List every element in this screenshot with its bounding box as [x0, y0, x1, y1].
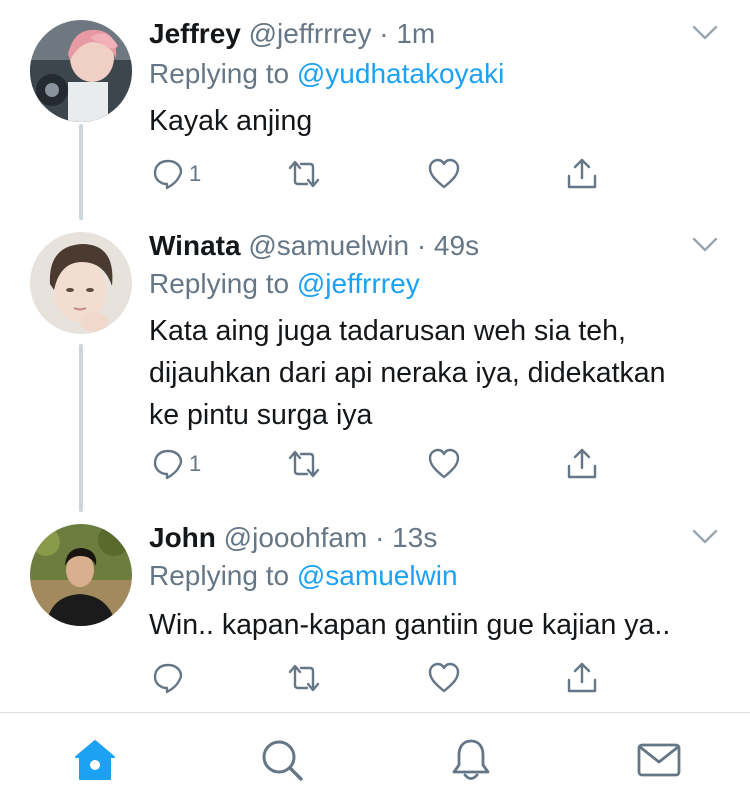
tab-home[interactable]: [70, 735, 120, 785]
tweet-text: Kayak anjing: [149, 100, 719, 142]
tweet-text-line: Kata aing juga tadarusan weh sia teh,: [149, 315, 626, 347]
replying-to-line: Replying to @samuelwin: [149, 556, 458, 596]
mention-link[interactable]: @jeffrrrey: [297, 268, 420, 299]
timestamp[interactable]: 13s: [392, 522, 437, 553]
reply-button[interactable]: 1: [151, 154, 201, 194]
retweet-icon: [288, 664, 320, 692]
tab-messages[interactable]: [634, 735, 684, 785]
tweet-text: Win.. kapan-kapan gantiin gue kajian ya.…: [149, 604, 719, 646]
share-button[interactable]: [565, 154, 599, 194]
share-icon: [567, 448, 597, 479]
reply-icon: [153, 663, 183, 694]
search-icon: [262, 740, 303, 781]
display-name[interactable]: Jeffrey: [149, 18, 241, 49]
display-name[interactable]: John: [149, 522, 216, 553]
replying-to-label: Replying to: [149, 58, 290, 89]
user-avatar-portrait-icon: [30, 232, 132, 334]
tweet-item[interactable]: Winata @samuelwin · 49s Replying to @jef…: [0, 226, 750, 506]
heart-icon: [428, 158, 460, 189]
like-button[interactable]: [427, 444, 461, 484]
user-avatar-pink-hair-icon: [30, 20, 132, 122]
like-button[interactable]: [427, 658, 461, 698]
tweet-text: Kata aing juga tadarusan weh sia teh, di…: [149, 310, 719, 436]
tweet-actions: 1: [149, 444, 619, 484]
reply-icon: [153, 159, 183, 190]
mention-link[interactable]: @samuelwin: [297, 560, 458, 591]
tweet-actions: 1: [149, 154, 619, 194]
reply-button[interactable]: 1: [151, 444, 201, 484]
mention-link[interactable]: @yudhatakoyaki: [297, 58, 504, 89]
chevron-down-icon[interactable]: [690, 232, 720, 256]
user-avatar-outdoor-icon: [30, 524, 132, 626]
tab-notifications[interactable]: [446, 735, 496, 785]
share-button[interactable]: [565, 658, 599, 698]
tweet-text-line: Kayak anjing: [149, 105, 313, 137]
retweet-icon: [288, 450, 320, 478]
retweet-button[interactable]: [287, 444, 321, 484]
tweet-actions: [149, 658, 619, 698]
tweet-text-line: ke pintu surga iya: [149, 399, 373, 431]
heart-icon: [428, 662, 460, 693]
separator-dot: ·: [416, 230, 427, 261]
avatar[interactable]: [30, 232, 132, 334]
notifications-icon: [452, 739, 490, 780]
tweet-header: Winata @samuelwin · 49s: [149, 226, 479, 266]
separator-dot: ·: [379, 18, 389, 49]
tweet-thread: Jeffrey @jeffrrrey · 1m Replying to @yud…: [0, 0, 750, 712]
heart-icon: [428, 448, 460, 479]
share-icon: [567, 158, 597, 189]
separator-dot: ·: [375, 522, 385, 553]
retweet-button[interactable]: [287, 658, 321, 698]
tweet-text-line: dijauhkan dari api neraka iya, didekatka…: [149, 357, 666, 389]
user-handle[interactable]: @samuelwin: [248, 230, 409, 261]
like-button[interactable]: [427, 154, 461, 194]
messages-icon: [637, 743, 681, 777]
share-button[interactable]: [565, 444, 599, 484]
reply-count: 1: [189, 161, 202, 186]
user-handle[interactable]: @jooohfam: [224, 522, 368, 553]
chevron-down-icon[interactable]: [690, 524, 720, 548]
user-handle[interactable]: @jeffrrrey: [249, 18, 372, 49]
tweet-item[interactable]: John @jooohfam · 13s Replying to @samuel…: [0, 518, 750, 708]
share-icon: [567, 662, 597, 693]
replying-to-label: Replying to: [149, 268, 290, 299]
reply-button[interactable]: [151, 658, 189, 698]
chevron-down-icon[interactable]: [690, 20, 720, 44]
retweet-icon: [288, 160, 320, 188]
tweet-item[interactable]: Jeffrey @jeffrrrey · 1m Replying to @yud…: [0, 14, 750, 214]
avatar[interactable]: [30, 524, 132, 626]
tweet-text-line: Win.. kapan-kapan gantiin gue kajian ya.…: [149, 609, 671, 641]
avatar[interactable]: [30, 20, 132, 122]
tab-search[interactable]: [257, 735, 307, 785]
retweet-button[interactable]: [287, 154, 321, 194]
display-name[interactable]: Winata: [149, 230, 241, 261]
home-icon: [75, 740, 115, 780]
timestamp[interactable]: 49s: [434, 230, 479, 261]
timestamp[interactable]: 1m: [396, 18, 435, 49]
reply-count: 1: [189, 451, 202, 476]
replying-to-line: Replying to @jeffrrrey: [149, 264, 420, 304]
reply-icon: [153, 449, 183, 480]
replying-to-label: Replying to: [149, 560, 290, 591]
replying-to-line: Replying to @yudhatakoyaki: [149, 54, 504, 94]
bottom-tab-bar: [0, 712, 750, 809]
tweet-header: Jeffrey @jeffrrrey · 1m: [149, 14, 435, 54]
tweet-header: John @jooohfam · 13s: [149, 518, 437, 558]
